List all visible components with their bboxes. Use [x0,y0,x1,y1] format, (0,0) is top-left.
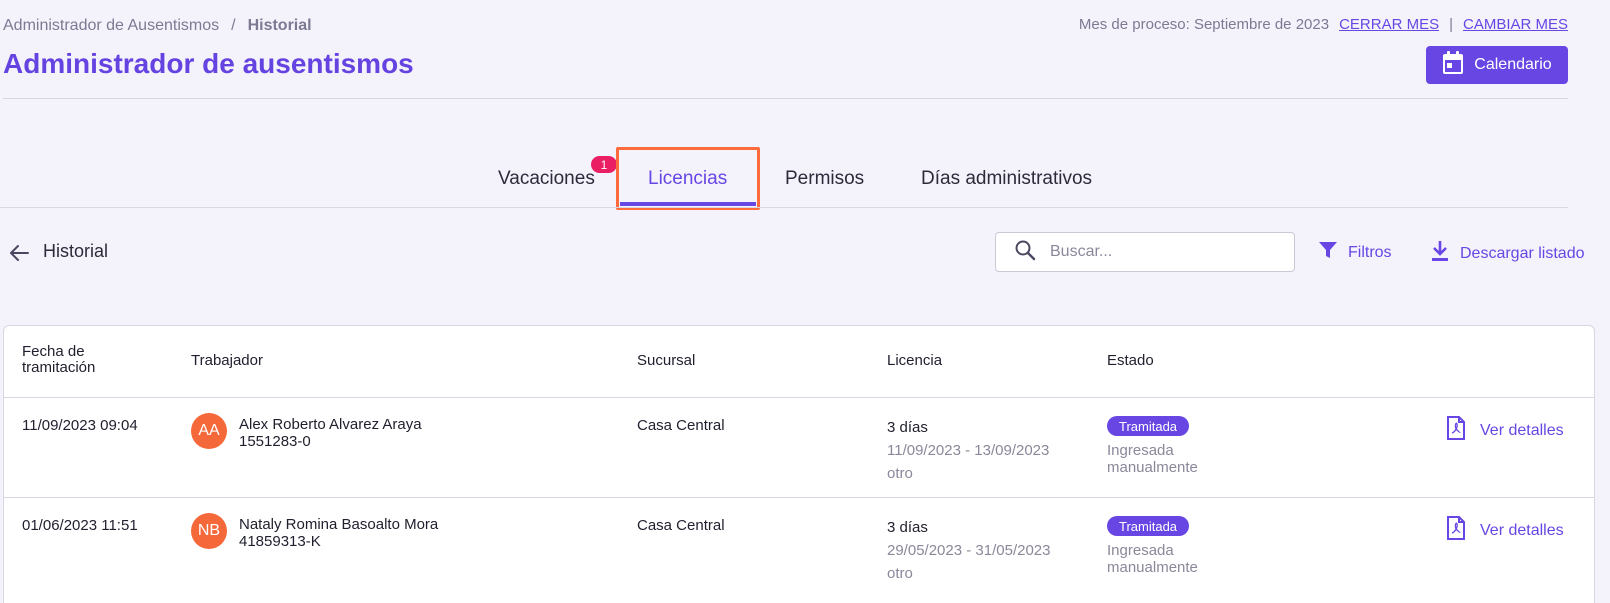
license-date-range: 11/09/2023 - 13/09/2023 [887,442,1050,459]
process-month-label: Mes de proceso: Septiembre de 2023 [1078,16,1330,33]
page-title: Administrador de ausentismos [3,48,414,79]
calendar-button-label: Calendario [1474,56,1552,73]
license-days: 3 días [887,519,928,536]
license-date-range: 29/05/2023 - 31/05/2023 [887,542,1051,559]
status-origin-line2: manualmente [1107,559,1198,576]
column-header-status: Estado [1107,352,1154,369]
active-tab-indicator [620,202,756,206]
breadcrumb-separator: / [231,17,236,34]
process-divider: | [1449,16,1453,33]
status-origin-line1: Ingresada [1107,442,1174,459]
history-table: Fecha de tramitación Trabajador Sucursal… [3,325,1595,603]
column-header-date-line1: Fecha de [22,343,85,360]
close-month-link[interactable]: CERRAR MES [1339,16,1439,33]
calendar-icon [1442,50,1464,80]
column-header-license: Licencia [887,352,943,369]
view-details-button[interactable]: Ver detalles [1446,416,1564,445]
filters-button[interactable]: Filtros [1318,240,1392,265]
row-date: 01/06/2023 11:51 [22,517,138,534]
worker-name[interactable]: Nataly Romina Basoalto Mora [239,516,438,533]
row-branch: Casa Central [637,517,725,534]
header-divider [3,98,1568,99]
tab-dias-administrativos[interactable]: Días administrativos [921,168,1092,190]
filters-label: Filtros [1348,243,1392,261]
row-branch: Casa Central [637,417,725,434]
column-header-date-line2: tramitación [22,359,96,376]
worker-info: Nataly Romina Basoalto Mora 41859313-K [239,516,438,550]
breadcrumb: Administrador de Ausentismos / Historial [3,17,312,35]
view-details-label: Ver detalles [1480,521,1564,539]
breadcrumb-current: Historial [247,17,312,34]
worker-rut: 1551283-0 [239,433,311,450]
filter-icon [1318,240,1338,265]
breadcrumb-parent[interactable]: Administrador de Ausentismos [3,17,219,35]
status-badge: Tramitada [1107,416,1190,436]
tabs-divider [0,207,1568,208]
avatar: NB [191,513,227,549]
tab-bar: Vacaciones 1 Licencias Permisos Días adm… [0,140,1568,210]
status-origin-line1: Ingresada [1107,542,1174,559]
status-origin: Ingresada manualmente [1107,442,1198,476]
license-type: otro [887,465,913,482]
vacaciones-count-badge: 1 [591,156,617,173]
column-header-branch: Sucursal [637,352,696,369]
search-box [995,232,1295,272]
worker-rut: 41859313-K [239,533,321,550]
worker-info: Alex Roberto Alvarez Araya 1551283-0 [239,416,422,450]
back-arrow-icon[interactable] [8,242,30,264]
license-type: otro [887,565,913,582]
download-icon [1430,240,1450,267]
tab-vacaciones[interactable]: Vacaciones [498,168,595,190]
column-header-date: Fecha de tramitación [22,344,95,376]
row-date: 11/09/2023 09:04 [22,417,138,434]
tab-licencias[interactable]: Licencias [648,168,727,190]
view-details-label: Ver detalles [1480,421,1564,439]
calendar-button[interactable]: Calendario [1426,46,1568,84]
search-input[interactable] [1050,243,1270,261]
status-origin: Ingresada manualmente [1107,542,1198,576]
table-row: 01/06/2023 11:51 NB Nataly Romina Basoal… [4,497,1594,597]
license-info: 3 días 11/09/2023 - 13/09/2023 otro [887,416,1049,485]
view-details-button[interactable]: Ver detalles [1446,516,1564,545]
avatar: AA [191,413,227,449]
table-row: 11/09/2023 09:04 AA Alex Roberto Alvarez… [4,397,1594,497]
section-title: Historial [43,241,109,261]
change-month-link[interactable]: CAMBIAR MES [1463,16,1568,33]
column-header-worker: Trabajador [191,352,263,369]
status-badge: Tramitada [1107,516,1190,536]
pdf-file-icon [1446,416,1466,445]
download-list-button[interactable]: Descargar listado [1430,240,1585,267]
status-origin-line2: manualmente [1107,459,1198,476]
pdf-file-icon [1446,516,1466,545]
license-days: 3 días [887,419,928,436]
tab-permisos[interactable]: Permisos [785,168,864,190]
license-info: 3 días 29/05/2023 - 31/05/2023 otro [887,516,1050,585]
search-icon [1014,239,1036,266]
download-label: Descargar listado [1460,244,1585,262]
process-month-bar: Mes de proceso: Septiembre de 2023 CERRA… [1079,16,1568,33]
worker-name[interactable]: Alex Roberto Alvarez Araya [239,416,422,433]
